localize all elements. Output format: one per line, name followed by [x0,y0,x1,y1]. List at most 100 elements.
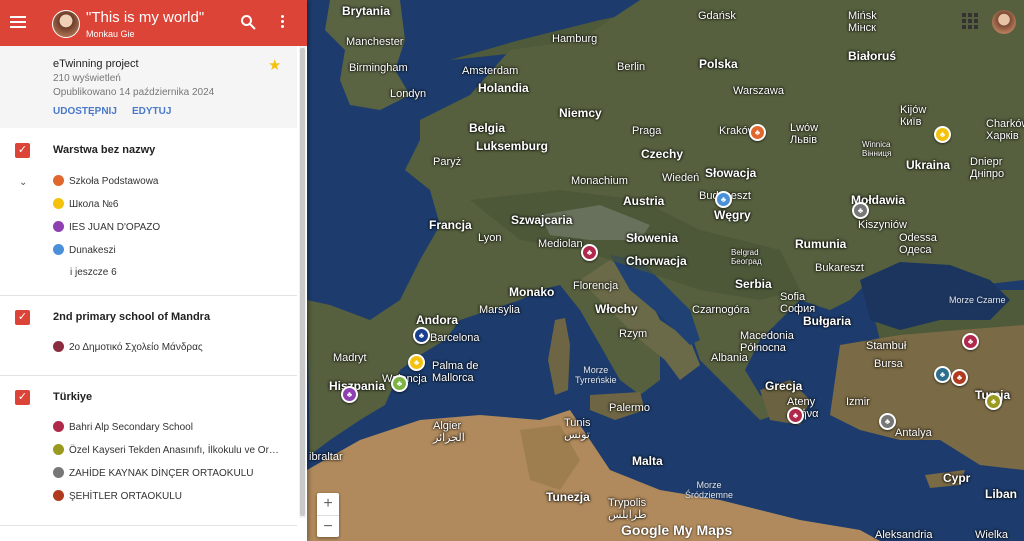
list-item[interactable]: Bahri Alp Secondary School [53,421,193,433]
zoom-control: + − [317,493,339,537]
layer-checkbox[interactable]: ✓ [15,310,30,325]
map-label-niemcy: Niemcy [559,106,602,120]
map-pin-icon[interactable]: ♣ [985,393,1002,410]
layer-title: Türkiye [53,391,93,403]
zoom-out-button[interactable]: − [317,515,339,538]
map-label-winnica: Winnica Вінниця [862,140,892,158]
map-pin-icon[interactable]: ♣ [962,333,979,350]
map-label-wlochy: Włochy [595,302,638,316]
map-info: eTwinning project 210 wyświetleń Opublik… [0,46,297,128]
list-item[interactable]: IES JUAN D'OPAZO [53,221,160,233]
map-label-bulgaria: Bułgaria [803,314,852,328]
map-pin-icon[interactable]: ♣ [934,366,951,383]
list-item[interactable]: ŞEHİTLER ORTAOKULU [53,490,182,502]
list-item[interactable]: Özel Kayseri Tekden Anasınıfı, İlkokulu … [53,444,279,456]
map-label-slowacja: Słowacja [705,166,757,180]
map-pin-icon[interactable]: ♣ [581,244,598,261]
map-label-rzym: Rzym [619,328,648,340]
map-author: Monkau Gie [86,29,135,39]
map-pin-icon[interactable]: ♣ [408,354,425,371]
map-pin-icon[interactable]: ♣ [715,191,732,208]
map-label-amsterdam: Amsterdam [462,65,519,77]
map-label-kiszyniow: Kiszyniów [858,219,907,231]
map-label-tunezja: Tunezja [546,490,590,504]
map-pin-icon[interactable]: ♣ [391,375,408,392]
panel-header: "This is my world" Monkau Gie [0,0,307,46]
share-button[interactable]: UDOSTĘPNIJ [53,106,117,117]
author-avatar [52,10,80,38]
map-pin-icon[interactable]: ♣ [852,202,869,219]
map-label-lwow: Lwów Львів [790,122,819,146]
layer-title: 2nd primary school of Mandra [53,311,211,323]
view-count: 210 wyświetleń [53,73,121,84]
map-label-luksemburg: Luksemburg [476,139,549,153]
map-label-algier: Algier الجزائر [433,420,465,444]
map-label-malta: Malta [632,454,663,468]
map-label-albania: Albania [711,352,748,364]
map-label-bursa: Bursa [874,358,903,370]
menu-icon[interactable] [10,14,26,30]
show-more-link[interactable]: i jeszcze 6 [70,267,117,278]
more-options-icon[interactable] [281,15,285,31]
layer-checkbox[interactable]: ✓ [15,390,30,405]
search-icon[interactable] [240,14,256,30]
map-pin-icon[interactable]: ♣ [934,126,951,143]
chevron-down-icon[interactable]: ⌄ [19,177,27,188]
map-label-charkow: Charków Харків [986,118,1024,142]
map-label-andora: Andora [416,313,458,327]
layer-checkbox[interactable]: ✓ [15,143,30,158]
map-pin-icon[interactable]: ♣ [787,407,804,424]
map-pin-icon[interactable]: ♣ [879,413,896,430]
map-label-gdansk: Gdańsk [698,10,736,22]
map-label-manchester: Manchester [346,36,404,48]
divider [0,295,297,296]
map-legend-panel: "This is my world" Monkau Gie eTwinning … [0,0,307,541]
map-label-macedonia: Macedonia Północna [740,330,794,354]
star-icon[interactable]: ★ [268,56,281,74]
map-label-czechy: Czechy [641,147,684,161]
map-pin-icon[interactable]: ♣ [749,124,766,141]
account-avatar[interactable] [992,10,1016,34]
project-name: eTwinning project [53,58,139,70]
map-label-barcelona: Barcelona [430,332,480,344]
map-label-marsylia: Marsylia [479,304,520,316]
map-label-lyon: Lyon [478,232,502,244]
map-label-antalya: Antalya [895,427,932,439]
apps-grid-icon[interactable] [962,13,978,29]
map-label-palma: Palma de Mallorca [432,360,479,384]
map-label-morze-tyrrenskie: Morze Tyrreńskie [575,365,617,385]
list-item[interactable]: ZAHİDE KAYNAK DİNÇER ORTAOKULU [53,467,253,479]
map-label-polska: Polska [699,57,738,71]
list-item[interactable]: 2ο Δημοτικό Σχολείο Μάνδρας [53,341,203,353]
list-item[interactable]: Школа №6 [53,198,118,210]
map-label-liban: Liban [985,487,1017,501]
map-label-mediolan: Mediolan [538,238,583,250]
list-item[interactable]: Dunakeszi [53,244,116,256]
map-pin-icon[interactable]: ♣ [341,386,358,403]
map-pin-icon[interactable]: ♣ [951,369,968,386]
map-label-bukareszt: Bukareszt [815,262,864,274]
list-item[interactable]: Szkoła Podstawowa [53,175,159,187]
map-label-londyn: Londyn [390,88,427,100]
edit-button[interactable]: EDYTUJ [132,106,171,117]
zoom-in-button[interactable]: + [317,493,339,515]
scrollbar-thumb[interactable] [300,48,305,516]
place-marker-icon [53,175,64,186]
map-label-slowenia: Słowenia [626,231,679,245]
map-label-palermo: Palermo [609,402,650,414]
place-marker-icon [53,244,64,255]
layer-title: Warstwa bez nazwy [53,144,156,156]
map-pin-icon[interactable]: ♣ [413,327,430,344]
map-label-chorwacja: Chorwacja [626,254,687,268]
map-label-odessa: Odessa Одеса [899,232,937,256]
map-label-trypolis: Trypolis طرابلس [608,497,647,521]
panel-scrollbar[interactable] [299,46,306,518]
place-marker-icon [53,444,64,455]
map-label-birmingham: Birmingham [349,62,408,74]
place-marker-icon [53,421,64,432]
map-label-paryz: Paryż [433,156,462,168]
map-label-belgrad: Belgrad Београд [731,248,762,266]
map-label-austria: Austria [623,194,665,208]
place-marker-icon [53,490,64,501]
map-label-wegry: Węgry [714,208,751,222]
